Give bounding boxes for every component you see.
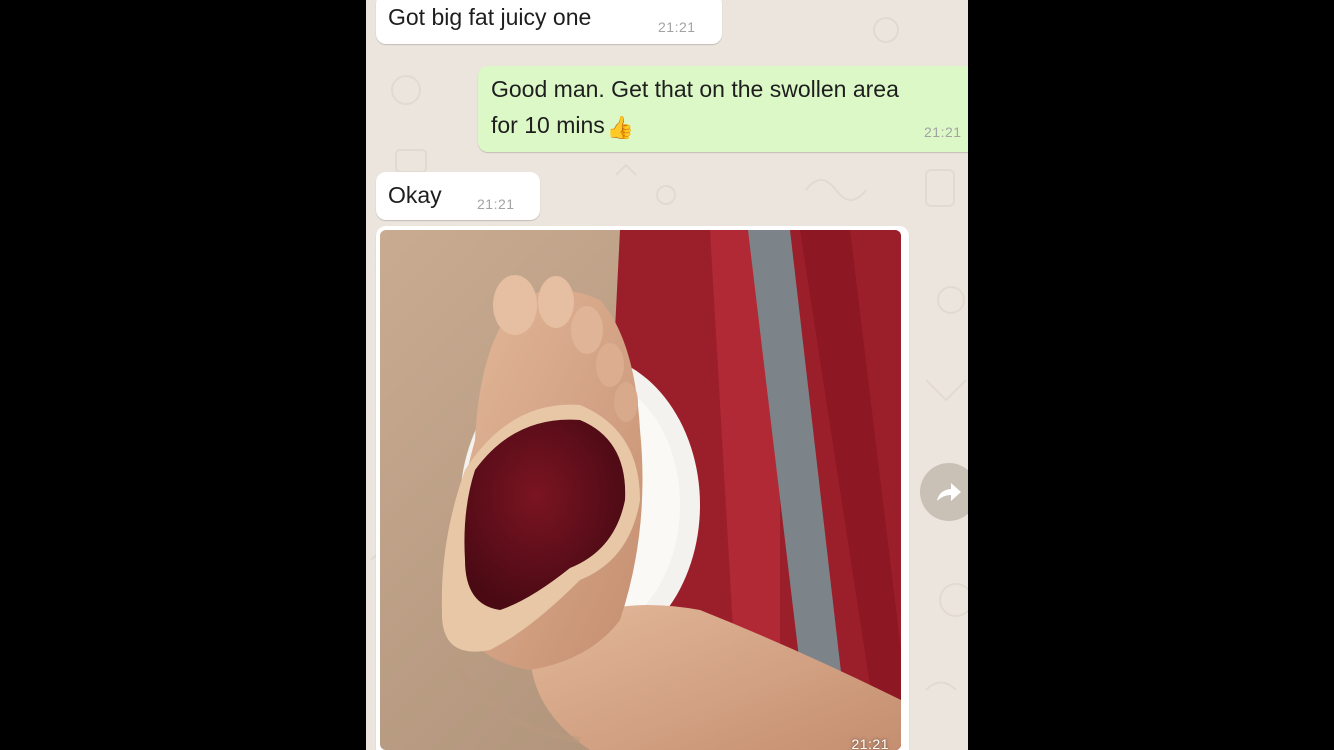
message-bubble-outgoing[interactable]: Good man. Get that on the swollen area f… [478,66,968,152]
message-text: Okay [388,182,442,208]
photo-timestamp: 21:21 [851,736,889,750]
message-text-line-2-words: for 10 mins [491,112,605,138]
photo-image [380,230,901,750]
photo-message-bubble[interactable]: 21:21 [376,226,909,750]
message-timestamp: 21:21 [658,19,696,35]
message-timestamp: 21:21 [924,124,962,140]
message-text-line-1: Good man. Get that on the swollen area [491,76,899,102]
message-text: Got big fat juicy one [388,4,592,30]
forward-arrow-icon [937,483,961,501]
thumbs-up-icon: 👍 [606,115,635,140]
message-timestamp: 21:21 [477,196,515,212]
message-bubble-incoming[interactable]: Got big fat juicy one 21:21 [376,0,722,44]
chat-window: Got big fat juicy one 21:21 Good man. Ge… [366,0,968,750]
message-text-line-2: for 10 mins👍 [491,107,634,143]
message-bubble-incoming[interactable]: Okay 21:21 [376,172,540,220]
photo-foot-with-steak[interactable]: 21:21 [380,230,901,750]
